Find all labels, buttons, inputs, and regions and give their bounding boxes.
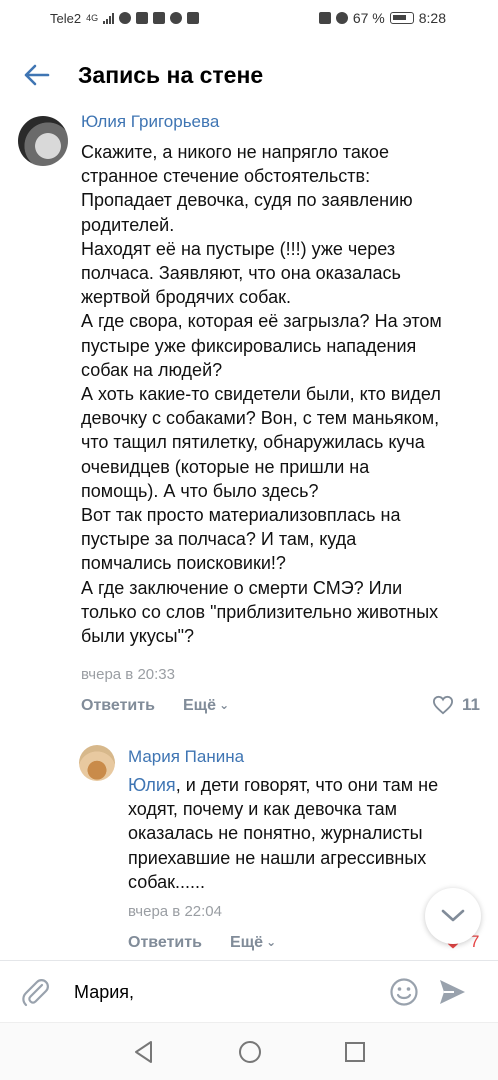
reply-button[interactable]: Ответить [128, 934, 202, 952]
comment-text: Юлия, и дети говорят, что они там не ход… [128, 773, 468, 894]
signal-icon [103, 12, 115, 24]
comment-text: Скажите, а никого не напрягло такое стра… [81, 142, 442, 647]
comment-time: вчера в 20:33 [81, 666, 175, 683]
clock: 8:28 [418, 10, 446, 26]
message-input[interactable] [74, 975, 374, 1009]
status-right: 67 % 8:28 [318, 10, 446, 26]
comments-list[interactable]: Юлия Григорьева Скажите, а никого не нап… [0, 110, 498, 960]
music-icon [187, 12, 200, 24]
alarm-icon [335, 12, 348, 24]
avatar[interactable] [79, 745, 115, 781]
more-button[interactable]: Ещё ⌄ [230, 934, 276, 952]
circle-home-icon[interactable] [237, 1039, 263, 1065]
heart-icon [432, 695, 454, 715]
square-recent-icon[interactable] [342, 1039, 368, 1065]
game-icon [136, 12, 149, 24]
like-button[interactable]: 11 [432, 695, 480, 715]
vk-icon [153, 12, 166, 24]
more-label: Ещё [183, 697, 217, 714]
triangle-back-icon[interactable] [131, 1039, 157, 1065]
page-title: Запись на стене [78, 61, 264, 88]
reply-button[interactable]: Ответить [81, 697, 155, 715]
app-header: Запись на стене [0, 40, 498, 110]
status-left: Tele2 4G [50, 10, 200, 26]
comment-author[interactable]: Мария Панина [128, 747, 244, 767]
chevron-down-icon [441, 909, 465, 922]
chevron-down-icon: ⌄ [266, 935, 277, 949]
more-label: Ещё [230, 934, 264, 951]
nfc-icon [318, 12, 331, 24]
vpn-icon [119, 12, 132, 24]
smiley-icon[interactable] [388, 976, 420, 1008]
comment-time: вчера в 22:04 [128, 903, 222, 920]
status-bar: Tele2 4G 67 % 8:28 [0, 0, 498, 36]
like-count: 11 [462, 695, 480, 714]
chevron-down-icon: ⌄ [219, 698, 230, 712]
mention-link[interactable]: Юлия [128, 775, 176, 795]
avatar[interactable] [18, 116, 68, 166]
send-icon[interactable] [436, 976, 468, 1008]
paperclip-icon[interactable] [18, 975, 52, 1009]
comment-author[interactable]: Юлия Григорьева [81, 112, 219, 132]
arrow-left-icon [24, 64, 50, 86]
network-type: 4G [86, 13, 99, 23]
battery-icon [389, 12, 414, 24]
more-button[interactable]: Ещё ⌄ [183, 697, 229, 715]
back-button[interactable] [0, 40, 72, 110]
location-icon [170, 12, 183, 24]
carrier-name: Tele2 [50, 10, 82, 26]
system-nav-bar [0, 1022, 498, 1080]
comment-input-bar [0, 960, 498, 1022]
scroll-down-button[interactable] [425, 888, 481, 944]
battery-percent: 67 % [352, 10, 385, 26]
